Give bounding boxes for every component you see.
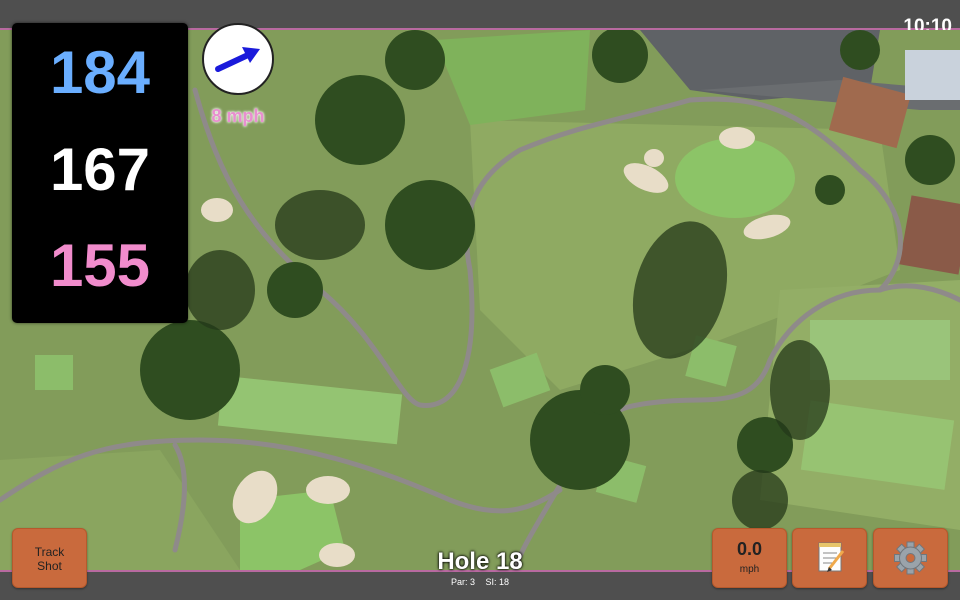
yardage-back: 184 — [49, 39, 151, 106]
speed-unit: mph — [739, 564, 760, 575]
gear-icon — [894, 541, 927, 575]
track-shot-button[interactable]: Track Shot — [12, 528, 87, 588]
yardage-middle: 167 — [49, 136, 151, 203]
notes-button[interactable] — [792, 528, 867, 588]
speed-button[interactable]: 0.0 mph — [712, 528, 787, 588]
wind-speed-label: 8 mph — [211, 106, 265, 126]
yardage-panel: 184 167 155 — [12, 23, 188, 323]
notepad-icon — [818, 542, 845, 572]
speed-value: 0.0 — [736, 539, 763, 559]
settings-button[interactable] — [873, 528, 948, 588]
track-shot-label: Track Shot — [34, 545, 65, 573]
hole-stroke-index: SI: 18 — [485, 577, 510, 587]
hole-details: Par: 3 SI: 18 — [380, 577, 580, 587]
hole-par: Par: 3 — [450, 577, 475, 587]
wind-direction-arrow-icon — [215, 47, 260, 72]
yardage-front: 155 — [49, 232, 151, 299]
hole-title: Hole 18 — [437, 548, 523, 575]
wind-indicator — [202, 23, 274, 95]
